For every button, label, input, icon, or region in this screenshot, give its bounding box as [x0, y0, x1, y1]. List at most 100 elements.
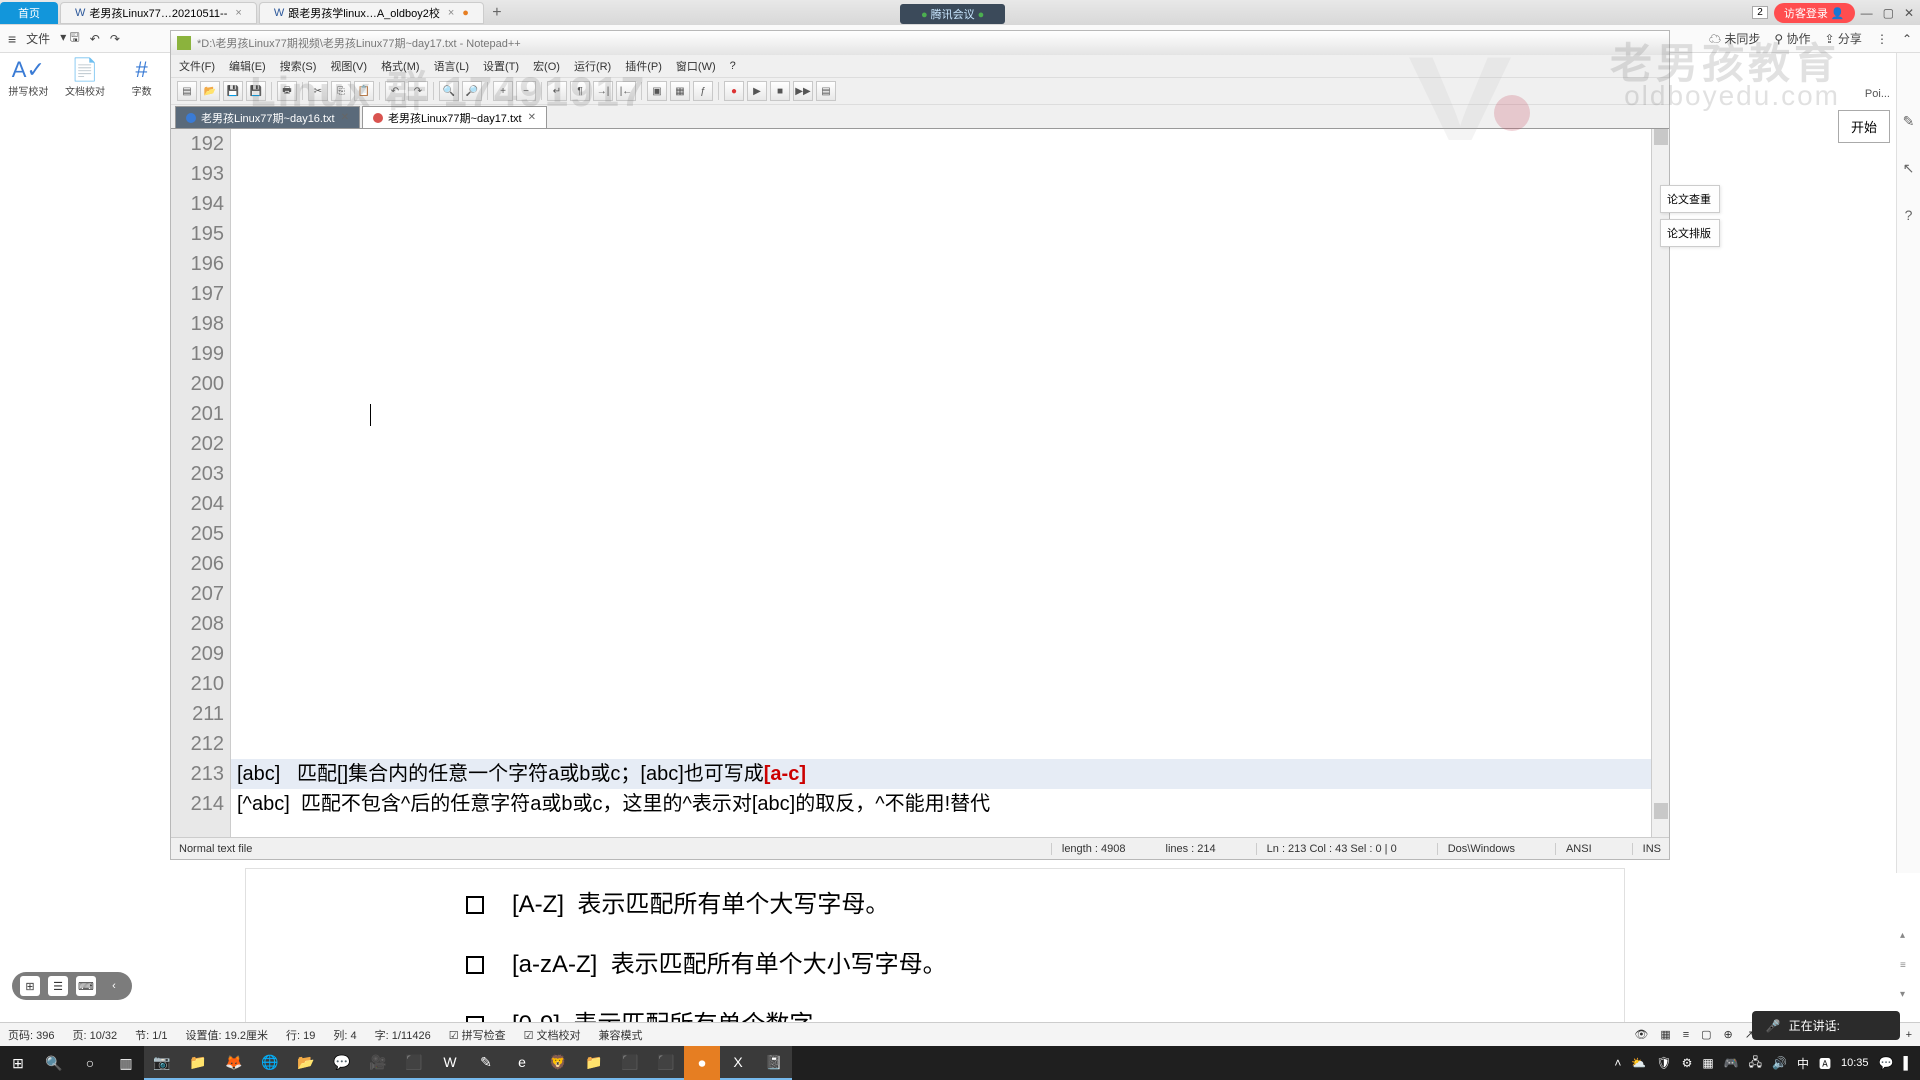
- print-icon[interactable]: 🖶: [277, 81, 297, 101]
- tray-up-icon[interactable]: ˄: [1614, 1056, 1621, 1070]
- cortana-icon[interactable]: ○: [72, 1046, 108, 1080]
- paper-format-button[interactable]: 论文排版: [1660, 219, 1720, 247]
- more-icon[interactable]: ⋮: [1876, 32, 1888, 46]
- indent-icon[interactable]: →|: [593, 81, 613, 101]
- editor[interactable]: 192 193 194 195 196 197 198 199 200 201 …: [171, 129, 1669, 837]
- fold-icon[interactable]: ▣: [647, 81, 667, 101]
- proof-toggle[interactable]: ☑ 文档校对: [524, 1027, 581, 1043]
- menu-macro[interactable]: 宏(O): [533, 58, 560, 74]
- menu-language[interactable]: 语言(L): [434, 58, 469, 74]
- taskbar-app[interactable]: X: [720, 1046, 756, 1080]
- close-icon[interactable]: ×: [448, 7, 454, 19]
- tray-icon[interactable]: 🎮: [1724, 1056, 1739, 1070]
- taskbar-app[interactable]: 💬: [324, 1046, 360, 1080]
- dock-icon[interactable]: ⌨: [76, 976, 96, 996]
- code-area[interactable]: [abc] 匹配[]集合内的任意一个字符a或b或c；[abc]也可写成[a-c]…: [231, 129, 1651, 837]
- read-view-icon[interactable]: ⊕: [1724, 1028, 1733, 1041]
- menu-window[interactable]: 窗口(W): [676, 58, 716, 74]
- menu-help[interactable]: ?: [730, 60, 736, 72]
- menu-plugins[interactable]: 插件(P): [625, 58, 662, 74]
- notifications-icon[interactable]: 💬: [1879, 1056, 1894, 1070]
- spellcheck-toggle[interactable]: ☑ 拼写检查: [449, 1027, 506, 1043]
- file-menu[interactable]: 文件: [26, 30, 50, 47]
- fastplay-icon[interactable]: ▶▶: [793, 81, 813, 101]
- close-icon[interactable]: ✕: [341, 112, 349, 123]
- menu-view[interactable]: 视图(V): [330, 58, 367, 74]
- taskview-icon[interactable]: ▥: [108, 1046, 144, 1080]
- floating-dock[interactable]: ⊞ ☰ ⌨ ‹: [12, 972, 132, 1000]
- help-icon[interactable]: ?: [1905, 207, 1913, 223]
- minimize-icon[interactable]: —: [1861, 6, 1873, 20]
- tray-icon[interactable]: 🛡: [1656, 1056, 1671, 1070]
- cut-icon[interactable]: ✂: [308, 81, 328, 101]
- stop-icon[interactable]: ■: [770, 81, 790, 101]
- web-view-icon[interactable]: ▢: [1701, 1028, 1711, 1041]
- notification-badge[interactable]: 2: [1752, 6, 1768, 19]
- dock-icon[interactable]: ⊞: [20, 976, 40, 996]
- zoom-in-icon[interactable]: +: [493, 81, 513, 101]
- taskbar-app[interactable]: 🦁: [540, 1046, 576, 1080]
- tab-home[interactable]: 首页: [0, 2, 58, 24]
- taskbar-app[interactable]: 🌐: [252, 1046, 288, 1080]
- view-icon[interactable]: 👁: [1634, 1028, 1648, 1041]
- tab-doc1[interactable]: W老男孩Linux77…20210511--×: [60, 2, 257, 24]
- unfold-icon[interactable]: ▦: [670, 81, 690, 101]
- scroll-up-icon[interactable]: [1654, 129, 1668, 145]
- start-button[interactable]: 开始: [1838, 110, 1890, 143]
- close-icon[interactable]: ✕: [1904, 6, 1914, 20]
- menu-icon[interactable]: ≡: [8, 31, 16, 47]
- handle-icon[interactable]: ≡: [1900, 960, 1914, 971]
- play-icon[interactable]: ▶: [747, 81, 767, 101]
- undo-icon[interactable]: ↶: [90, 32, 100, 46]
- taskbar-app[interactable]: 🎥: [360, 1046, 396, 1080]
- taskbar-app[interactable]: 🦊: [216, 1046, 252, 1080]
- start-menu-icon[interactable]: ⊞: [0, 1046, 36, 1080]
- taskbar-app[interactable]: 📁: [576, 1046, 612, 1080]
- save-icon[interactable]: 💾: [223, 81, 243, 101]
- window-titlebar[interactable]: *D:\老男孩Linux77期视频\老男孩Linux77期~day17.txt …: [171, 31, 1669, 55]
- zoom-in-icon[interactable]: +: [1906, 1029, 1912, 1041]
- taskbar-app[interactable]: ⬛: [396, 1046, 432, 1080]
- volume-icon[interactable]: 🔊: [1772, 1056, 1787, 1070]
- taskbar-app[interactable]: e: [504, 1046, 540, 1080]
- down-arrow-icon[interactable]: ▾: [1900, 989, 1914, 1000]
- tab-doc2[interactable]: W跟老男孩学linux…A_oldboy2校×●: [259, 2, 484, 24]
- wordcount-button[interactable]: #字数: [113, 53, 170, 113]
- menu-file[interactable]: 文件(F): [179, 58, 215, 74]
- maximize-icon[interactable]: ▢: [1883, 6, 1894, 20]
- pen-icon[interactable]: ✎: [1903, 113, 1915, 130]
- redo-icon[interactable]: ↷: [110, 32, 120, 46]
- close-icon[interactable]: ×: [235, 7, 241, 19]
- taskbar-app[interactable]: 📓: [756, 1046, 792, 1080]
- up-arrow-icon[interactable]: ▴: [1900, 930, 1914, 941]
- save-icon[interactable]: ▾ 🖫: [60, 28, 80, 49]
- taskbar-app[interactable]: 📷: [144, 1046, 180, 1080]
- funclist-icon[interactable]: ƒ: [693, 81, 713, 101]
- collapse-icon[interactable]: ⌃: [1902, 32, 1912, 46]
- search-icon[interactable]: 🔍: [36, 1046, 72, 1080]
- taskbar-app[interactable]: ⏺: [684, 1046, 720, 1080]
- taskbar-app[interactable]: 📁: [180, 1046, 216, 1080]
- tray-icon[interactable]: ⚙: [1682, 1056, 1693, 1070]
- taskbar-app[interactable]: ✎: [468, 1046, 504, 1080]
- filetab-day17[interactable]: 老男孩Linux77期~day17.txt✕: [362, 106, 547, 128]
- spellcheck-button[interactable]: A✓拼写校对: [0, 53, 57, 113]
- clock[interactable]: 10:35: [1841, 1057, 1869, 1069]
- show-desktop[interactable]: ▌: [1903, 1056, 1912, 1070]
- menu-settings[interactable]: 设置(T): [483, 58, 519, 74]
- filetab-day16[interactable]: 老男孩Linux77期~day16.txt✕: [175, 106, 360, 128]
- new-icon[interactable]: ▤: [177, 81, 197, 101]
- outline-view-icon[interactable]: ≡: [1683, 1029, 1689, 1041]
- network-icon[interactable]: 🖧: [1749, 1053, 1762, 1074]
- wrap-icon[interactable]: ↵: [547, 81, 567, 101]
- copy-icon[interactable]: ⎘: [331, 81, 351, 101]
- taskbar-app[interactable]: ⬛: [612, 1046, 648, 1080]
- outdent-icon[interactable]: |←: [616, 81, 636, 101]
- menu-run[interactable]: 运行(R): [574, 58, 611, 74]
- taskbar-app[interactable]: ⬛: [648, 1046, 684, 1080]
- menu-format[interactable]: 格式(M): [381, 58, 420, 74]
- taskbar-app[interactable]: W: [432, 1046, 468, 1080]
- undo-icon[interactable]: ↶: [385, 81, 405, 101]
- replace-icon[interactable]: 🔎: [462, 81, 482, 101]
- collab-button[interactable]: ⚲ 协作: [1774, 30, 1810, 47]
